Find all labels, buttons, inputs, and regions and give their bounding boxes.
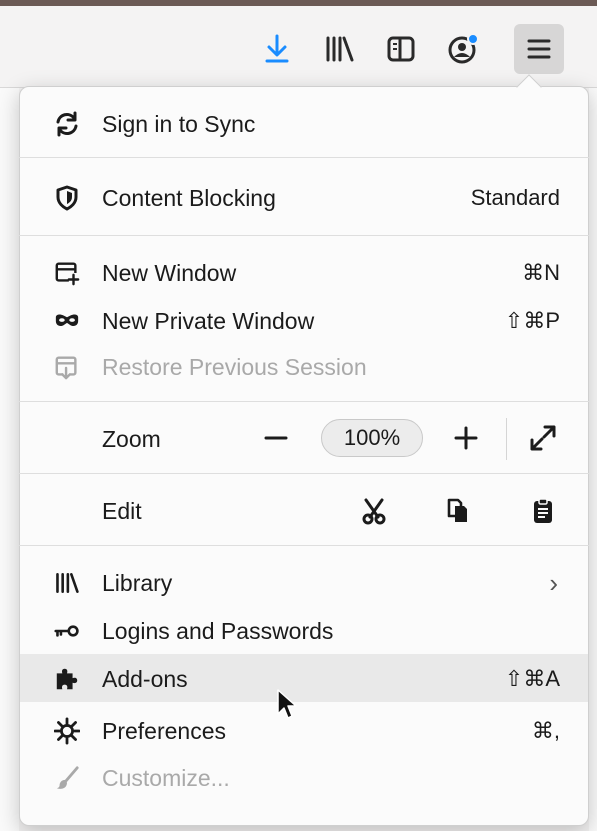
menu-item-label: Sign in to Sync: [102, 111, 256, 137]
minus-icon[interactable]: [258, 420, 294, 456]
shortcut-label: ⇧⌘P: [504, 308, 560, 333]
key-icon: [54, 618, 80, 644]
fullscreen-icon[interactable]: [525, 420, 561, 456]
menu-item-content-blocking[interactable]: Content Blocking Standard: [20, 173, 588, 221]
menu-item-sign-in-sync[interactable]: Sign in to Sync: [20, 99, 588, 147]
download-arrow-icon[interactable]: [258, 28, 296, 70]
scissors-icon[interactable]: [356, 493, 392, 529]
restore-session-icon: [54, 354, 80, 380]
submenu-arrow-icon: ›: [549, 568, 558, 598]
paintbrush-icon: [54, 765, 80, 791]
menu-item-label: Content Blocking: [102, 185, 276, 211]
browser-toolbar: [0, 6, 597, 88]
library-icon: [54, 570, 80, 596]
menu-item-preferences[interactable]: Preferences ⌘,: [20, 706, 588, 754]
menu-item-library[interactable]: Library ›: [20, 558, 588, 606]
gear-icon: [54, 717, 80, 745]
menu-item-customize[interactable]: Customize...: [20, 753, 588, 801]
menu-item-label: Logins and Passwords: [102, 618, 334, 644]
library-icon[interactable]: [320, 28, 358, 70]
menu-separator: [19, 157, 589, 158]
menu-item-logins-passwords[interactable]: Logins and Passwords: [20, 606, 588, 654]
menu-separator: [19, 545, 589, 546]
shortcut-label: ⌘,: [531, 718, 560, 743]
menu-item-label: Customize...: [102, 765, 230, 791]
menu-separator: [19, 473, 589, 474]
puzzle-icon: [54, 666, 80, 692]
new-window-icon: [54, 260, 80, 286]
menu-item-label: Restore Previous Session: [102, 354, 367, 380]
clipboard-icon[interactable]: [525, 493, 561, 529]
menu-item-label: New Window: [102, 260, 237, 286]
page-background-left: [0, 88, 19, 831]
shortcut-label: ⇧⌘A: [504, 666, 560, 691]
edit-label: Edit: [102, 498, 142, 524]
menu-item-label: Add-ons: [102, 666, 188, 692]
menu-item-zoom: Zoom 100%: [20, 414, 588, 462]
menu-item-label: Library: [102, 570, 173, 596]
menu-item-edit: Edit: [20, 486, 588, 534]
account-icon[interactable]: [444, 28, 482, 70]
sync-icon: [54, 111, 80, 137]
private-mask-icon: [54, 308, 80, 334]
zoom-label: Zoom: [102, 426, 161, 452]
shield-icon: [54, 185, 80, 211]
menu-item-add-ons[interactable]: Add-ons ⇧⌘A: [20, 654, 588, 702]
hamburger-menu-icon[interactable]: [514, 24, 564, 74]
menu-separator: [19, 235, 589, 236]
mouse-pointer-icon: [276, 688, 298, 727]
zoom-reset-button[interactable]: 100%: [321, 419, 423, 457]
plus-icon[interactable]: [448, 420, 484, 456]
content-blocking-status: Standard: [470, 185, 560, 210]
menu-item-new-private-window[interactable]: New Private Window ⇧⌘P: [20, 296, 588, 344]
sidebar-icon[interactable]: [382, 28, 420, 70]
page-background-right: [589, 88, 597, 831]
menu-item-new-window[interactable]: New Window ⌘N: [20, 248, 588, 296]
shortcut-label: ⌘N: [522, 260, 560, 285]
menu-item-restore-session: Restore Previous Session: [20, 342, 588, 390]
menu-item-label: Preferences: [102, 718, 227, 744]
menu-separator: [19, 401, 589, 402]
copy-icon[interactable]: [440, 493, 476, 529]
menu-item-label: New Private Window: [102, 308, 315, 334]
zoom-divider: [506, 418, 507, 460]
